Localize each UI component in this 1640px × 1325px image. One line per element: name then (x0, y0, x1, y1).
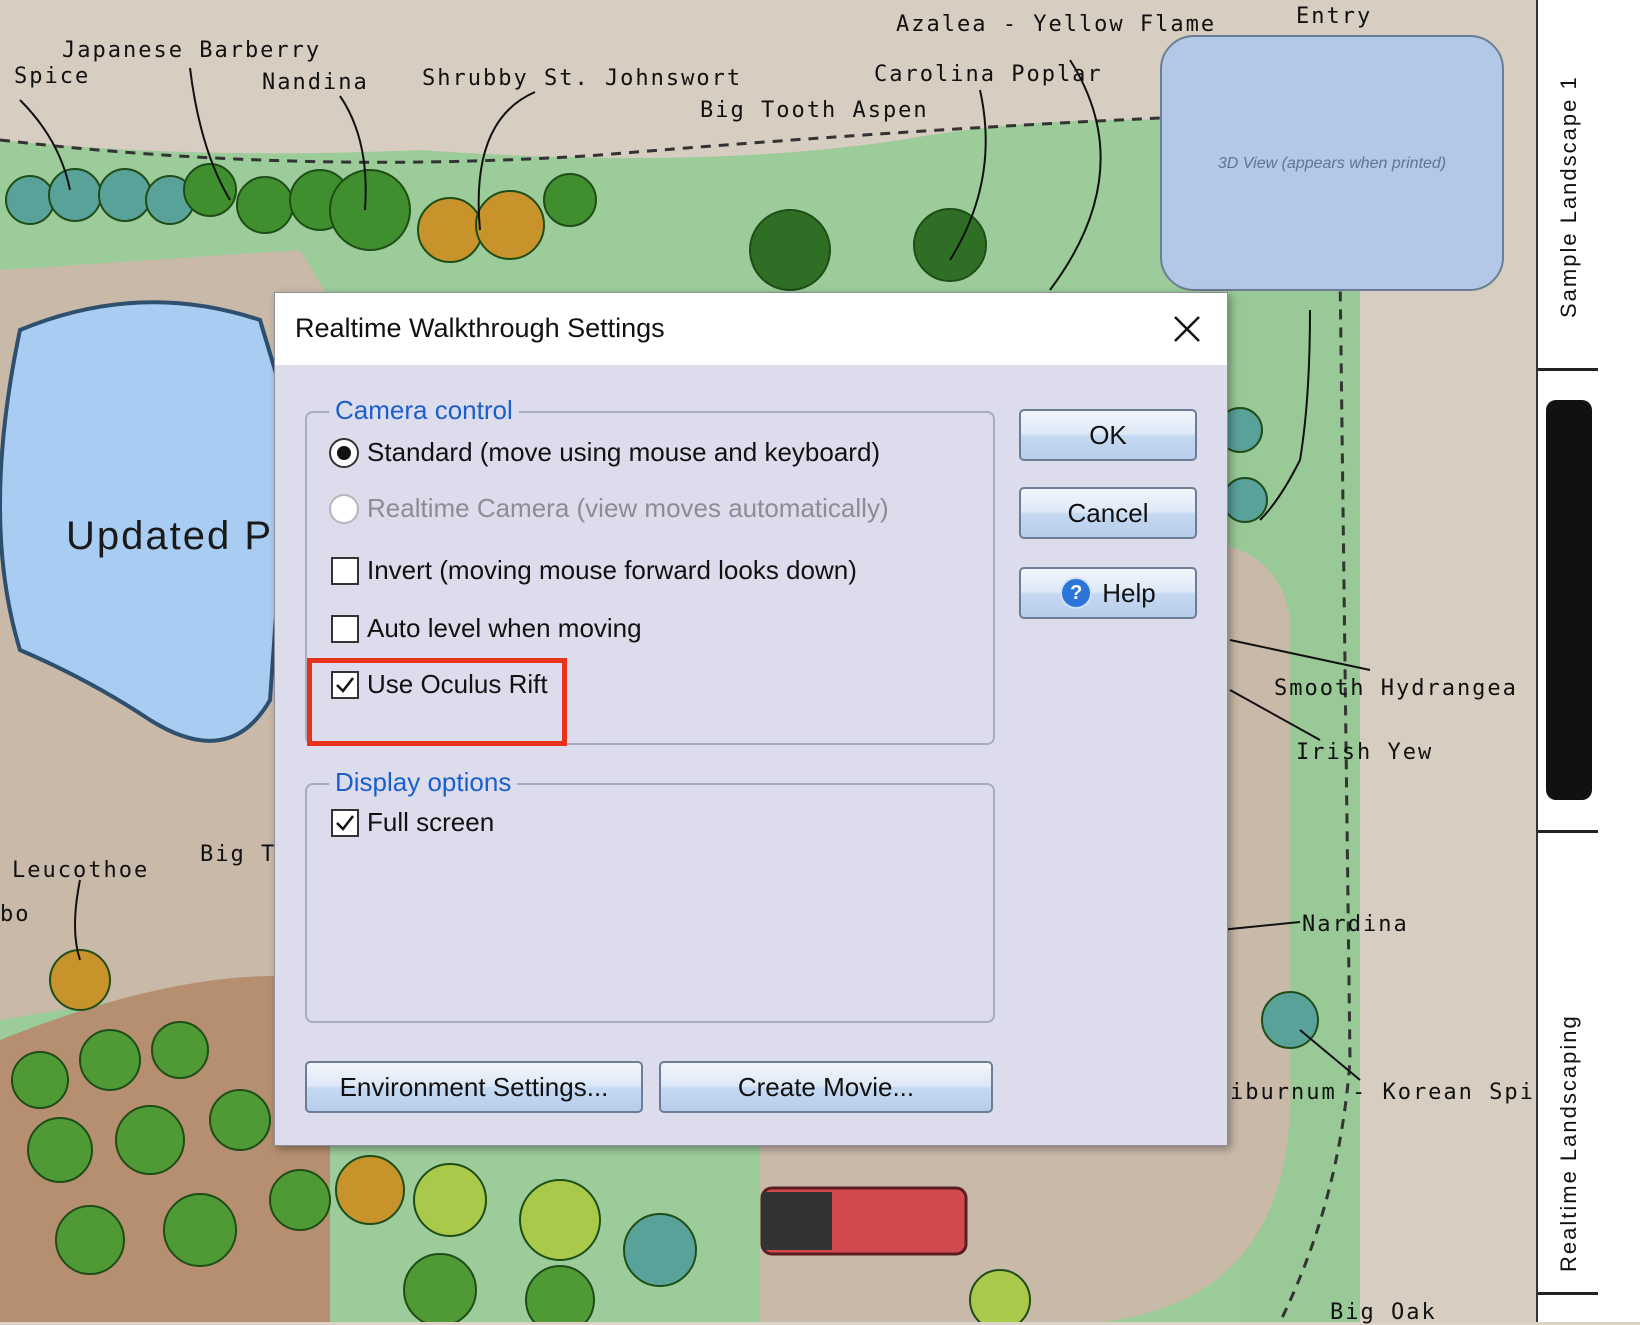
plant-label-entry: Entry (1296, 4, 1373, 29)
camera-control-legend: Camera control (329, 395, 519, 426)
pickup-truck (760, 1186, 968, 1256)
invert-checkbox[interactable]: Invert (moving mouse forward looks down) (331, 555, 857, 586)
sheet-name-label: Sample Landscape 1 (1556, 75, 1581, 318)
close-icon (1174, 316, 1200, 342)
full-screen-checkbox-box[interactable] (331, 808, 359, 837)
oculus-rift-checkbox[interactable]: Use Oculus Rift (331, 669, 548, 700)
pool-label: Updated P (66, 514, 274, 558)
product-name-label: Realtime Landscaping (1556, 1014, 1581, 1272)
display-options-legend: Display options (329, 767, 518, 798)
plant-label-leucothoe: Leucothoe (12, 858, 150, 883)
sheet-title-strip: Sample Landscape 1 Realtime Landscaping (1536, 0, 1640, 1322)
company-logo (1546, 400, 1592, 800)
plant-label-big-t: Big T (200, 842, 277, 867)
plant-label-nandina-right: Nardina (1302, 912, 1409, 937)
cancel-button[interactable]: Cancel (1019, 487, 1197, 539)
help-icon: ? (1060, 577, 1093, 609)
realtime-camera-radio: Realtime Camera (view moves automaticall… (329, 493, 889, 524)
oculus-rift-checkbox-label: Use Oculus Rift (367, 669, 548, 699)
realtime-camera-radio-label: Realtime Camera (view moves automaticall… (367, 493, 889, 523)
side-divider-top (1538, 368, 1598, 371)
plant-label-viburnum: iburnum - Korean Spice (1230, 1080, 1566, 1105)
3d-view-placeholder[interactable]: 3D View (appears when printed) (1160, 35, 1504, 291)
standard-radio[interactable]: Standard (move using mouse and keyboard) (329, 437, 880, 468)
plant-label-shrubby-st-johnswort: Shrubby St. Johnswort (422, 66, 743, 91)
oculus-rift-checkbox-box[interactable] (331, 670, 359, 699)
auto-level-checkbox-box[interactable] (331, 614, 359, 643)
help-button[interactable]: ? Help (1019, 567, 1197, 619)
realtime-camera-radio-button (329, 493, 359, 524)
auto-level-checkbox-label: Auto level when moving (367, 613, 642, 643)
invert-checkbox-label: Invert (moving mouse forward looks down) (367, 555, 857, 585)
realtime-walkthrough-settings-dialog: Realtime Walkthrough Settings Camera con… (274, 292, 1228, 1146)
auto-level-checkbox[interactable]: Auto level when moving (331, 613, 642, 644)
ok-button[interactable]: OK (1019, 409, 1197, 461)
close-button[interactable] (1163, 305, 1211, 353)
full-screen-checkbox-label: Full screen (367, 807, 495, 837)
plant-label-bo: bo (0, 902, 31, 927)
standard-radio-label: Standard (move using mouse and keyboard) (367, 437, 881, 467)
full-screen-checkbox[interactable]: Full screen (331, 807, 494, 838)
side-divider-bottom (1538, 1292, 1598, 1295)
radio-selected-dot (337, 445, 351, 460)
plant-label-nandina: Nandina (262, 70, 369, 95)
side-divider-mid (1538, 830, 1598, 833)
3d-view-label: 3D View (appears when printed) (1217, 155, 1447, 172)
plant-label-big-tooth-aspen: Big Tooth Aspen (700, 98, 929, 123)
plant-label-japanese-barberry: Japanese Barberry (62, 38, 322, 63)
plant-label-bottom-right: Big Oak (1330, 1300, 1437, 1325)
create-movie-button[interactable]: Create Movie... (659, 1061, 993, 1113)
dialog-title: Realtime Walkthrough Settings (295, 313, 665, 343)
checkmark-icon (336, 676, 354, 693)
plant-label-carolina-poplar: Carolina Poplar (874, 62, 1103, 87)
help-button-label: Help (1102, 577, 1156, 608)
plant-label-spice: Spice (14, 64, 91, 89)
environment-settings-button[interactable]: Environment Settings... (305, 1061, 643, 1113)
invert-checkbox-box[interactable] (331, 556, 359, 585)
plant-label-smooth-hydrangea: Smooth Hydrangea (1274, 676, 1518, 701)
plant-label-azalea: Azalea - Yellow Flame (896, 12, 1217, 37)
checkmark-icon (336, 814, 354, 831)
standard-radio-button[interactable] (329, 437, 359, 468)
plant-label-irish-yew: Irish Yew (1296, 740, 1434, 765)
dialog-titlebar[interactable]: Realtime Walkthrough Settings (275, 293, 1227, 365)
